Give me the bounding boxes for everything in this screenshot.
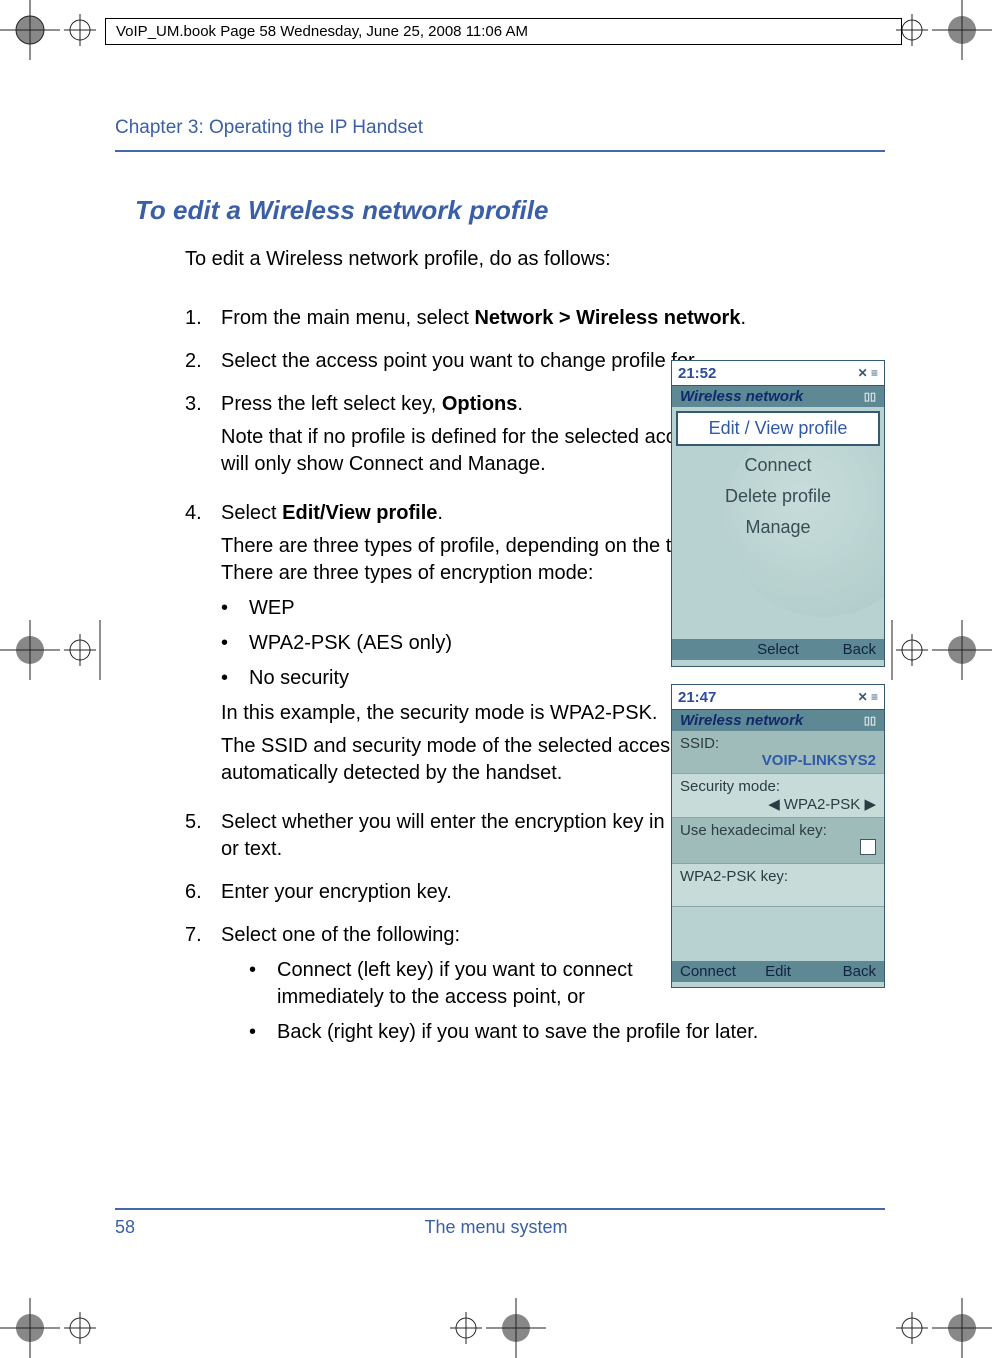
step-text: Select xyxy=(221,502,282,524)
status-icons: ✕ ≡ xyxy=(858,366,878,380)
wpa2-key-value[interactable] xyxy=(680,885,876,902)
step-text: Select one of the following: xyxy=(221,922,641,949)
reg-mark-top-right xyxy=(892,0,992,60)
step-number: 7. xyxy=(185,922,221,1054)
crop-header-text: VoIP_UM.book Page 58 Wednesday, June 25,… xyxy=(105,18,902,45)
step-number: 1. xyxy=(185,305,221,332)
chapter-title: Chapter 3: Operating the IP Handset xyxy=(115,117,423,139)
softkey-connect[interactable]: Connect xyxy=(680,963,745,980)
hex-key-checkbox[interactable] xyxy=(860,839,876,855)
step-number: 5. xyxy=(185,809,221,863)
status-icons: ✕ ≡ xyxy=(858,690,878,704)
reg-mark-bottom-left xyxy=(0,1298,100,1358)
top-rule xyxy=(115,150,885,152)
step-bold: Edit/View profile xyxy=(282,502,437,524)
option-text: Connect (left key) if you want to connec… xyxy=(277,957,697,1011)
phone-screenshot-profile: 21:47 ✕ ≡ Wireless network ▯▯ SSID: VOIP… xyxy=(671,684,885,988)
menu-item-manage[interactable]: Manage xyxy=(672,512,884,543)
reg-mark-top-left xyxy=(0,0,100,60)
softkey-select[interactable]: Select xyxy=(745,641,810,658)
softkey-edit[interactable]: Edit xyxy=(745,963,810,980)
step-bold: Network > Wireless network xyxy=(474,307,740,329)
phone-screenshot-options: 21:52 ✕ ≡ Wireless network ▯▯ Edit / Vie… xyxy=(671,360,885,667)
security-mode-value[interactable]: ◀ WPA2-PSK ▶ xyxy=(680,795,876,813)
step-number: 4. xyxy=(185,500,221,793)
step-text: From the main menu, select xyxy=(221,307,474,329)
ssid-value: VOIP-LINKSYS2 xyxy=(680,752,876,769)
ssid-label: SSID: xyxy=(680,735,876,752)
footer-section-title: The menu system xyxy=(0,1217,992,1238)
step-number: 3. xyxy=(185,391,221,484)
battery-icon: ▯▯ xyxy=(864,390,876,403)
section-heading: To edit a Wireless network profile xyxy=(135,195,885,226)
bottom-rule xyxy=(115,1208,885,1210)
phone-time: 21:52 xyxy=(678,365,716,382)
encryption-option: WEP xyxy=(249,595,295,622)
intro-text: To edit a Wireless network profile, do a… xyxy=(185,248,885,271)
step-text: Press the left select key, xyxy=(221,393,442,415)
phone-screen-title: Wireless network xyxy=(680,712,803,729)
softkey-back[interactable]: Back xyxy=(811,641,876,658)
step-bold: Options xyxy=(442,393,518,415)
list-item: •Back (right key) if you want to save th… xyxy=(249,1019,885,1046)
menu-item-delete-profile[interactable]: Delete profile xyxy=(672,481,884,512)
reg-mark-bottom-center xyxy=(446,1298,546,1358)
step-text-b: . xyxy=(437,502,443,524)
softkey-back[interactable]: Back xyxy=(811,963,876,980)
phone-screen-title: Wireless network xyxy=(680,388,803,405)
reg-mark-right xyxy=(882,620,992,680)
step-1: 1. From the main menu, select Network > … xyxy=(185,305,885,332)
step-number: 6. xyxy=(185,879,221,906)
reg-mark-left xyxy=(0,620,110,680)
hex-key-label: Use hexadecimal key: xyxy=(680,822,876,839)
phone-time: 21:47 xyxy=(678,689,716,706)
menu-item-connect[interactable]: Connect xyxy=(672,450,884,481)
menu-item-edit-view-profile[interactable]: Edit / View profile xyxy=(676,411,880,446)
step-text-b: . xyxy=(517,393,523,415)
option-text: Back (right key) if you want to save the… xyxy=(277,1019,758,1046)
battery-icon: ▯▯ xyxy=(864,714,876,727)
encryption-option: No security xyxy=(249,665,349,692)
encryption-option: WPA2-PSK (AES only) xyxy=(249,630,452,657)
wpa2-key-label: WPA2-PSK key: xyxy=(680,868,876,885)
step-text-b: . xyxy=(740,307,746,329)
security-mode-label: Security mode: xyxy=(680,778,876,795)
step-number: 2. xyxy=(185,348,221,375)
reg-mark-bottom-right xyxy=(892,1298,992,1358)
